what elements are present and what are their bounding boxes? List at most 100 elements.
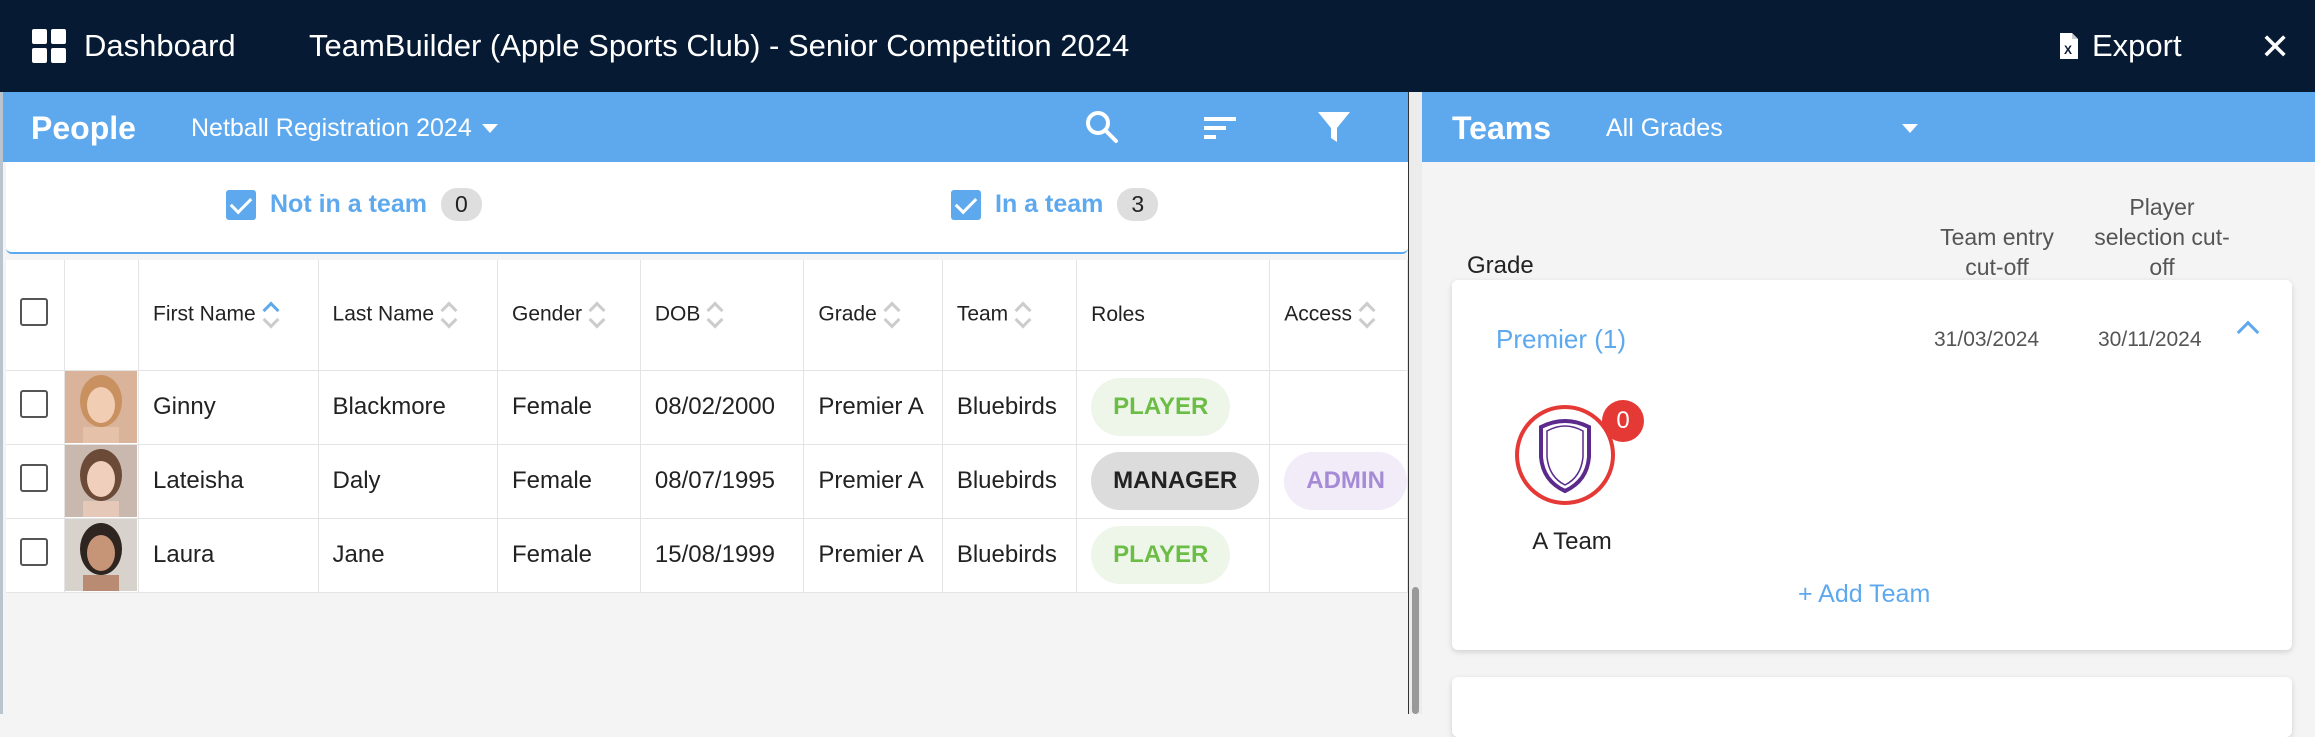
gender-cell: Female — [497, 370, 641, 445]
team-header-label: Team — [956, 302, 1009, 326]
sort-icon — [442, 300, 456, 330]
grade-filter-select[interactable]: All Grades — [1606, 114, 1723, 143]
add-team-button[interactable]: + Add Team — [1798, 580, 1930, 609]
dob-header-label: DOB — [654, 302, 701, 326]
team-cell: Bluebirds — [942, 370, 1078, 445]
excel-file-icon: X — [2060, 33, 2078, 59]
gender-header[interactable]: Gender — [497, 260, 641, 371]
search-icon[interactable] — [1083, 108, 1121, 146]
registration-value: Netball Registration 2024 — [191, 114, 472, 142]
in-team-label: In a team — [995, 190, 1104, 218]
table-header-row: First Name Last Name Gender DOB Grade Te… — [6, 260, 1408, 371]
top-bar: Dashboard TeamBuilder (Apple Sports Club… — [0, 0, 2315, 92]
row-checkbox[interactable] — [20, 537, 48, 566]
sort-icon — [1360, 300, 1374, 330]
registration-select[interactable]: Netball Registration 2024 — [191, 114, 498, 143]
filter-icon[interactable] — [1315, 108, 1353, 146]
sort-icon[interactable] — [1201, 108, 1239, 146]
not-in-team-label: Not in a team — [270, 190, 427, 218]
sort-icon — [885, 300, 899, 330]
people-header: People Netball Registration 2024 — [3, 92, 1411, 162]
roles-header: Roles — [1076, 260, 1271, 371]
row-select-cell — [6, 444, 66, 519]
roles-cell: PLAYER — [1076, 518, 1271, 593]
close-icon[interactable]: ✕ — [2260, 26, 2290, 68]
team-cell: Bluebirds — [942, 518, 1078, 593]
grid-icon — [32, 29, 66, 63]
avatar — [65, 445, 138, 517]
row-select-cell — [6, 518, 66, 593]
vertical-scrollbar[interactable] — [1408, 92, 1422, 714]
grade-cell: Premier A — [803, 518, 943, 593]
access-cell — [1269, 370, 1408, 445]
role-chip[interactable]: PLAYER — [1091, 526, 1231, 584]
dob-cell: 08/07/1995 — [640, 444, 805, 519]
sort-icon — [590, 300, 604, 330]
teams-header: Teams All Grades — [1422, 92, 2315, 162]
avatar-column — [64, 260, 139, 371]
svg-text:X: X — [2064, 43, 2072, 57]
team-header[interactable]: Team — [942, 260, 1078, 371]
select-all-checkbox[interactable] — [20, 297, 48, 326]
sort-icon — [708, 300, 722, 330]
caret-down-icon — [481, 124, 498, 133]
team-count-badge: 0 — [1602, 400, 1644, 442]
dob-cell: 15/08/1999 — [640, 518, 805, 593]
not-in-team-toggle[interactable]: Not in a team 0 — [226, 188, 482, 221]
roles-cell: MANAGER — [1076, 444, 1271, 519]
table-row[interactable]: Lateisha Daly Female 08/07/1995 Premier … — [6, 444, 1408, 519]
first-name-header-label: First Name — [153, 302, 256, 326]
avatar-cell — [64, 518, 139, 593]
gender-cell: Female — [497, 444, 641, 519]
teams-panel: Teams All Grades Grade Team entry cut-of… — [1422, 92, 2315, 737]
dob-header[interactable]: DOB — [640, 260, 805, 371]
sort-icon — [1016, 300, 1030, 330]
chevron-up-icon[interactable] — [2236, 320, 2260, 344]
access-header[interactable]: Access — [1269, 260, 1408, 371]
checkbox-checked-icon — [226, 189, 256, 220]
club-shield-logo — [1539, 419, 1591, 494]
role-chip[interactable]: PLAYER — [1091, 378, 1231, 436]
last-name-header[interactable]: Last Name — [318, 260, 498, 371]
access-chip[interactable]: ADMIN — [1284, 452, 1407, 510]
people-table: First Name Last Name Gender DOB Grade Te… — [6, 260, 1408, 593]
row-select-cell — [6, 370, 66, 445]
people-title: People — [31, 110, 136, 146]
table-row[interactable]: Ginny Blackmore Female 08/02/2000 Premie… — [6, 370, 1408, 445]
caret-down-icon[interactable] — [1902, 124, 1918, 133]
dashboard-button[interactable]: Dashboard — [32, 28, 236, 64]
grade-card-next — [1452, 677, 2292, 737]
entry-cutoff-date: 31/03/2024 — [1934, 328, 2040, 351]
roles-cell: PLAYER — [1076, 370, 1271, 445]
export-button[interactable]: X Export — [2058, 28, 2182, 64]
in-team-toggle[interactable]: In a team 3 — [951, 188, 1159, 221]
gender-header-label: Gender — [511, 302, 583, 326]
avatar — [65, 371, 138, 443]
first-name-cell: Ginny — [138, 370, 319, 445]
first-name-header[interactable]: First Name — [138, 260, 319, 371]
row-checkbox[interactable] — [20, 463, 48, 492]
grade-header-label: Grade — [818, 302, 877, 326]
grade-name[interactable]: Premier (1) — [1496, 324, 1626, 355]
last-name-cell: Jane — [318, 518, 498, 593]
scrollbar-thumb[interactable] — [1412, 587, 1419, 714]
team-filter-row: Not in a team 0 In a team 3 — [6, 162, 1408, 254]
roles-header-label: Roles — [1091, 302, 1145, 326]
last-name-header-label: Last Name — [332, 302, 435, 326]
grade-cell: Premier A — [803, 444, 943, 519]
table-row[interactable]: Laura Jane Female 15/08/1999 Premier A B… — [6, 518, 1408, 593]
in-team-count: 3 — [1117, 188, 1159, 221]
access-header-label: Access — [1284, 302, 1352, 326]
teams-title: Teams — [1452, 110, 1552, 146]
selection-cutoff-date: 30/11/2024 — [2098, 328, 2202, 351]
row-checkbox[interactable] — [20, 389, 48, 418]
export-label: Export — [2092, 28, 2182, 63]
avatar-cell — [64, 444, 139, 519]
team-name[interactable]: A Team — [1507, 528, 1637, 556]
select-all-cell — [6, 260, 66, 371]
grade-header[interactable]: Grade — [803, 260, 943, 371]
avatar — [65, 519, 138, 591]
team-logo[interactable] — [1515, 405, 1615, 505]
role-chip[interactable]: MANAGER — [1091, 452, 1260, 510]
grade-card: Premier (1) 31/03/2024 30/11/2024 0 A Te… — [1452, 280, 2292, 650]
